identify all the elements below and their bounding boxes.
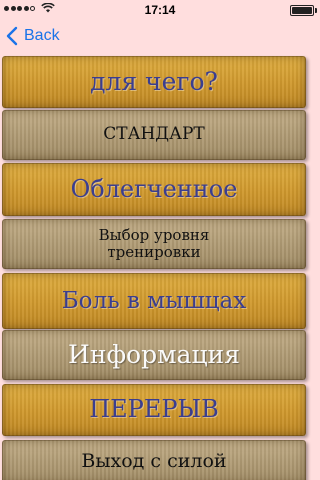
menu-button-standard[interactable]: СТАНДАРТ <box>2 110 306 160</box>
menu-button-label: Выбор уровня тренировки <box>98 225 210 261</box>
menu-button-exit[interactable]: Выход с силой <box>2 440 306 480</box>
back-label: Back <box>24 27 60 44</box>
menu-button-label: ПЕРЕРЫВ <box>89 395 219 424</box>
menu-button-label: для чего? <box>90 66 218 96</box>
menu-button-muscle-pain[interactable]: Боль в мышцах <box>2 273 306 329</box>
menu-button-break[interactable]: ПЕРЕРЫВ <box>2 384 306 436</box>
menu-button-label: СТАНДАРТ <box>103 124 205 145</box>
menu-button-label: Облегченное <box>70 174 238 203</box>
menu-button-label: Боль в мышцах <box>61 287 247 314</box>
navigation-bar: Back <box>0 20 320 56</box>
menu-button-label: Выход с силой <box>81 450 227 473</box>
menu-button-info[interactable]: Информация <box>2 330 306 380</box>
back-button[interactable]: Back <box>6 26 60 46</box>
menu-button-purpose[interactable]: для чего? <box>2 56 306 108</box>
menu-button-label: Информация <box>68 339 240 369</box>
battery-tip <box>315 8 317 13</box>
menu-button-level-select[interactable]: Выбор уровня тренировки <box>2 219 306 269</box>
clock: 17:14 <box>144 3 176 17</box>
menu-button-light[interactable]: Облегченное <box>2 163 306 216</box>
chevron-left-icon <box>6 26 18 46</box>
status-bar: 17:14 <box>0 0 320 20</box>
battery-icon <box>290 5 314 16</box>
